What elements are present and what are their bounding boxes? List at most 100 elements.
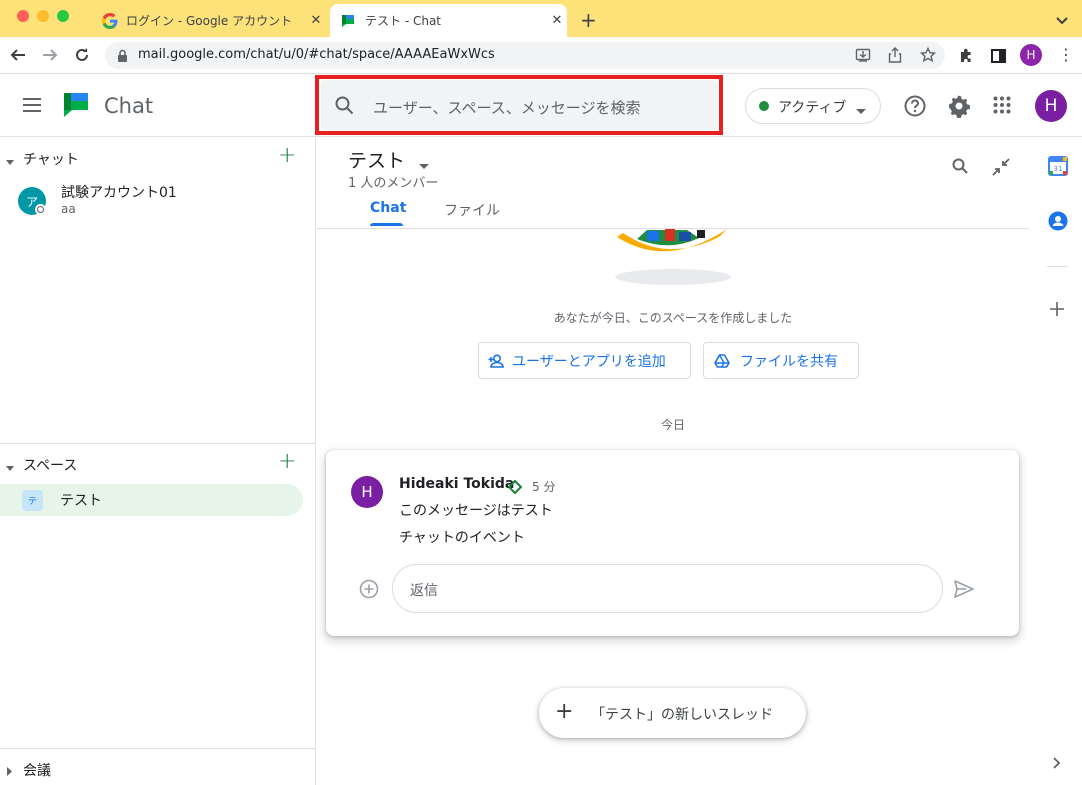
section-divider [0, 748, 316, 749]
drive-icon [714, 353, 730, 368]
app-name: Chat [104, 94, 154, 118]
expand-panel-chevron-icon[interactable] [1053, 754, 1061, 773]
profile-avatar[interactable]: H [1020, 44, 1042, 66]
tab-chat-active[interactable]: テスト - Chat ✕ [330, 4, 567, 37]
space-name: テスト [60, 493, 102, 509]
contacts-icon[interactable] [1048, 211, 1068, 235]
meet-section-header[interactable]: 会議 [0, 752, 316, 785]
tab-title: テスト - Chat [365, 14, 442, 28]
person-add-icon [488, 353, 506, 368]
contact-name: 試験アカウント01 [61, 185, 177, 201]
left-sidebar: チャット + ア 試験アカウント01 aa スペース + テ テスト 会議 [0, 138, 316, 785]
collapse-caret-icon[interactable] [6, 154, 14, 170]
close-tab-icon[interactable]: ✕ [547, 13, 567, 28]
tab-title: ログイン - Google アカウント [126, 14, 293, 28]
space-title[interactable]: テスト [348, 146, 405, 173]
message-thread-card: H Hideaki Tokida 5 分 このメッセージはテスト チャットのイベ… [326, 450, 1019, 636]
send-icon[interactable] [954, 580, 974, 602]
date-divider: 今日 [660, 418, 685, 432]
settings-gear-icon[interactable] [947, 94, 971, 122]
reload-icon[interactable] [70, 43, 94, 67]
hamburger-menu-icon[interactable] [22, 97, 42, 117]
chat-section-title: チャット [23, 152, 79, 168]
add-people-label: ユーザーとアプリを追加 [512, 353, 666, 370]
tab-chat[interactable]: Chat [370, 200, 406, 216]
install-app-icon[interactable] [855, 47, 871, 67]
get-addons-plus-icon[interactable] [1049, 301, 1065, 321]
apps-grid-icon[interactable] [993, 96, 1011, 118]
chat-app-header: Chat ユーザー、スペース、メッセージを検索 アクティブ H [0, 75, 1082, 137]
spaces-section-header[interactable]: スペース + [0, 446, 316, 482]
dm-list-item[interactable]: ア 試験アカウント01 aa [0, 176, 316, 222]
new-tab-button[interactable]: + [580, 8, 597, 32]
minimize-window-button[interactable] [37, 10, 49, 22]
side-panel-icon[interactable] [991, 48, 1006, 67]
extensions-puzzle-icon[interactable] [958, 47, 975, 68]
tab-google-login[interactable]: ログイン - Google アカウント ✕ [92, 4, 326, 37]
close-tab-icon[interactable]: ✕ [306, 13, 326, 28]
new-thread-button[interactable]: + 「テスト」の新しいスレッド [539, 688, 806, 738]
maximize-window-button[interactable] [57, 10, 69, 22]
close-window-button[interactable] [17, 10, 29, 22]
account-avatar[interactable]: H [1035, 90, 1067, 122]
browser-window: ログイン - Google アカウント ✕ テスト - Chat ✕ + mai… [0, 0, 1082, 785]
share-file-button[interactable]: ファイルを共有 [703, 342, 859, 379]
tab-strip: ログイン - Google アカウント ✕ テスト - Chat ✕ + [0, 0, 1082, 37]
new-space-plus-icon[interactable]: + [278, 449, 296, 474]
add-content-plus-icon[interactable] [359, 579, 379, 603]
chat-section-header[interactable]: チャット + [0, 140, 316, 176]
space-illustration [607, 229, 767, 293]
status-label: アクティブ [778, 100, 847, 116]
meet-section-title: 会議 [23, 763, 51, 779]
space-list-item-selected[interactable]: テ テスト [0, 484, 303, 516]
created-notice: あなたが今日、このスペースを作成しました [553, 311, 793, 325]
collapse-caret-icon[interactable] [6, 460, 14, 476]
more-vert-icon[interactable]: ⋮ [1058, 46, 1074, 64]
search-in-space-icon[interactable] [952, 158, 968, 178]
chat-logo-icon [62, 91, 90, 123]
address-bar-row: mail.google.com/chat/u/0/#chat/space/AAA… [0, 37, 1082, 74]
plus-icon: + [555, 699, 574, 724]
google-g-icon [102, 12, 118, 29]
contact-subtitle: aa [61, 202, 76, 216]
lock-icon[interactable] [117, 48, 128, 67]
message-line: このメッセージはテスト [399, 503, 553, 519]
message-line: チャットのイベント [399, 530, 525, 546]
rail-divider [1047, 266, 1067, 267]
back-arrow-icon[interactable] [6, 43, 30, 67]
message-time: 5 分 [532, 480, 556, 494]
tab-files[interactable]: ファイル [444, 200, 500, 220]
svg-text:31: 31 [1054, 165, 1063, 173]
help-icon[interactable] [904, 95, 926, 121]
right-side-rail: 31 [1029, 138, 1082, 785]
dropdown-arrow-icon [856, 103, 866, 119]
chat-icon [340, 13, 356, 29]
omnibox[interactable]: mail.google.com/chat/u/0/#chat/space/AAA… [105, 42, 945, 69]
new-chat-plus-icon[interactable]: + [278, 143, 296, 168]
share-file-label: ファイルを共有 [740, 353, 838, 370]
forward-arrow-icon[interactable] [38, 43, 62, 67]
reply-input[interactable]: 返信 [392, 564, 943, 613]
share-icon[interactable] [888, 47, 902, 67]
tab-search-chevron-icon[interactable] [1055, 11, 1069, 30]
new-thread-label: 「テスト」の新しいスレッド [591, 707, 773, 723]
author-avatar[interactable]: H [351, 476, 383, 508]
status-selector[interactable]: アクティブ [745, 88, 881, 124]
section-divider [0, 443, 316, 444]
spaces-section-title: スペース [23, 458, 78, 474]
member-count[interactable]: 1 人のメンバー [348, 172, 438, 191]
space-avatar: テ [22, 490, 43, 511]
active-tab-indicator [370, 223, 403, 226]
minimize-panel-icon[interactable] [992, 158, 1010, 180]
reply-placeholder: 返信 [410, 583, 438, 599]
active-status-dot [759, 101, 769, 111]
presence-badge [35, 204, 46, 215]
url-text: mail.google.com/chat/u/0/#chat/space/AAA… [138, 47, 495, 62]
expand-caret-icon[interactable] [7, 764, 13, 780]
author-name[interactable]: Hideaki Tokida [399, 476, 514, 492]
calendar-icon[interactable]: 31 [1048, 156, 1068, 180]
owner-diamond-icon [507, 479, 523, 498]
bookmark-star-icon[interactable] [919, 46, 937, 67]
search-highlight-box [315, 75, 723, 135]
add-people-apps-button[interactable]: ユーザーとアプリを追加 [478, 342, 691, 379]
